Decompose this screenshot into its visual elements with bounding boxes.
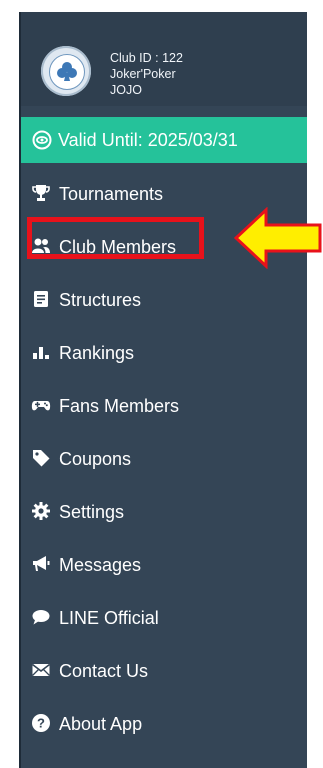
eye-circle-icon [32, 130, 52, 150]
document-icon [34, 291, 48, 307]
bar-chart-icon [33, 347, 49, 359]
menu-label: Structures [59, 290, 142, 310]
valid-until-text: Valid Until: 2025/03/31 [58, 130, 238, 150]
megaphone-icon [33, 556, 50, 571]
club-logo [41, 46, 91, 96]
menu-label: LINE Official [59, 608, 159, 628]
gear-icon [32, 502, 50, 520]
menu-label: Tournaments [59, 184, 164, 204]
menu-item-coupons[interactable]: Coupons [21, 432, 307, 485]
gamepad-icon [31, 401, 51, 411]
menu-item-contact-us[interactable]: Contact Us [21, 644, 307, 697]
valid-until-banner: Valid Until: 2025/03/31 [21, 117, 307, 163]
envelope-icon [32, 663, 50, 676]
menu-label: Settings [59, 502, 125, 522]
menu-label: About App [59, 714, 143, 734]
menu-label: Coupons [59, 449, 132, 469]
chat-bubble-icon [32, 610, 50, 625]
sidebar: Club ID : 122 Joker'Poker JOJO Valid Unt… [19, 12, 307, 768]
question-icon: ? [32, 714, 50, 732]
menu-item-settings[interactable]: Settings [21, 485, 307, 538]
trophy-icon [32, 185, 50, 201]
menu-item-structures[interactable]: Structures [21, 273, 307, 326]
club-id: Club ID : 122 [110, 51, 183, 65]
menu-item-line-official[interactable]: LINE Official [21, 591, 307, 644]
menu-item-rankings[interactable]: Rankings [21, 326, 307, 379]
svg-text:?: ? [37, 716, 45, 731]
menu-item-messages[interactable]: Messages [21, 538, 307, 591]
menu-label: Messages [59, 555, 142, 575]
menu-label: Fans Members [59, 396, 180, 416]
left-arrow-icon [234, 207, 322, 269]
menu-item-about-app[interactable]: ? About App [21, 697, 307, 750]
menu-label: Contact Us [59, 661, 149, 681]
menu-label: Rankings [59, 343, 135, 363]
club-suit-icon [57, 62, 77, 81]
menu-item-fans-members[interactable]: Fans Members [21, 379, 307, 432]
club-name: Joker'Poker [110, 67, 176, 81]
tag-icon [33, 450, 50, 467]
user-name: JOJO [110, 83, 142, 97]
highlight-box [27, 217, 204, 259]
club-header: Club ID : 122 Joker'Poker JOJO [21, 12, 307, 106]
